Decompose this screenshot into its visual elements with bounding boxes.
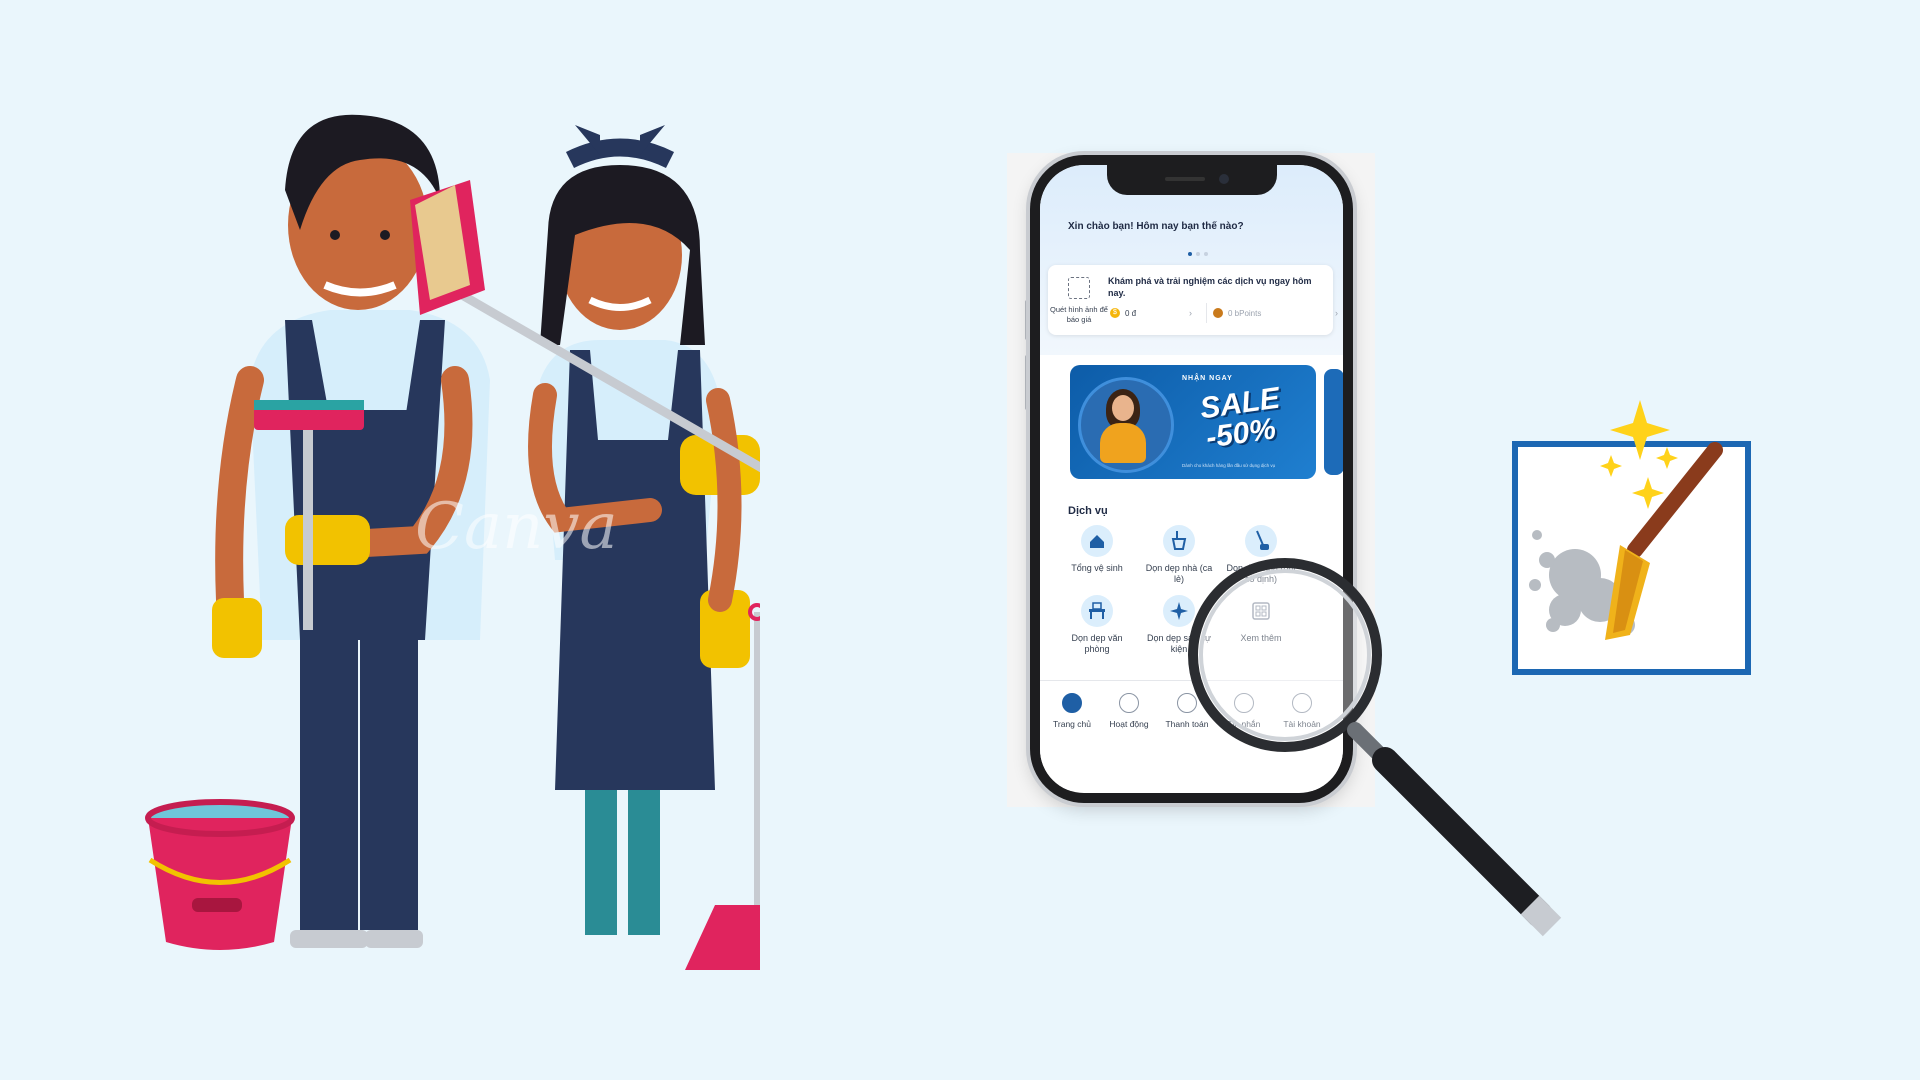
greeting-text: Xin chào bạn! Hôm nay bạn thế nào? [1068, 221, 1244, 232]
service-tong-ve-sinh[interactable]: Tổng vệ sinh [1062, 525, 1132, 574]
house-cleaning-icon [1081, 525, 1113, 557]
explore-text: Khám phá và trải nghiệm các dịch vụ ngay… [1108, 276, 1312, 298]
wallet-balance[interactable]: $ 0 đ › [1110, 303, 1192, 323]
explore-card[interactable]: Quét hình ảnh để báo giá Khám phá và trả… [1048, 265, 1338, 335]
chevron-right-icon: › [1189, 308, 1192, 318]
scan-label: Quét hình ảnh để báo giá [1050, 305, 1108, 324]
medal-icon [1213, 308, 1223, 318]
home-icon [1062, 693, 1082, 713]
scan-icon[interactable] [1068, 277, 1090, 299]
promo-banner[interactable]: NHẬN NGAY SALE -50% Dành cho khách hàng … [1070, 365, 1316, 479]
office-desk-icon [1081, 595, 1113, 627]
promo-tag: NHẬN NGAY [1182, 375, 1233, 382]
points-value: 0 bPoints [1228, 308, 1262, 318]
points-balance[interactable]: 0 bPoints › [1206, 303, 1338, 323]
tab-trang-chu[interactable]: Trang chủ [1042, 693, 1102, 729]
cleaners-illustration [145, 114, 760, 970]
volume-button [1025, 300, 1029, 340]
phone-notch [1106, 165, 1277, 195]
bucket-icon [145, 799, 295, 950]
chevron-right-icon: › [1335, 308, 1338, 318]
promo-footnote: Dành cho khách hàng lần đầu sử dụng dịch… [1182, 463, 1276, 468]
next-banner-peek[interactable] [1324, 369, 1343, 475]
illustration-scene: Canva Xin chào bạn! Hôm nay bạn thế nào?… [0, 0, 1920, 1080]
service-don-dep-van-phong[interactable]: Dọn dẹp văn phòng [1062, 595, 1132, 655]
promo-model [1100, 423, 1146, 463]
carousel-dots [1188, 252, 1208, 256]
broom-icon [1512, 400, 1751, 675]
tab-hoat-dong[interactable]: Hoạt động [1099, 693, 1159, 729]
watermark: Canva [415, 490, 618, 564]
balance-value: 0 đ [1125, 308, 1137, 318]
list-icon [1119, 693, 1139, 713]
services-title: Dịch vụ [1068, 505, 1108, 517]
coin-icon: $ [1110, 308, 1120, 318]
volume-button [1025, 355, 1029, 410]
